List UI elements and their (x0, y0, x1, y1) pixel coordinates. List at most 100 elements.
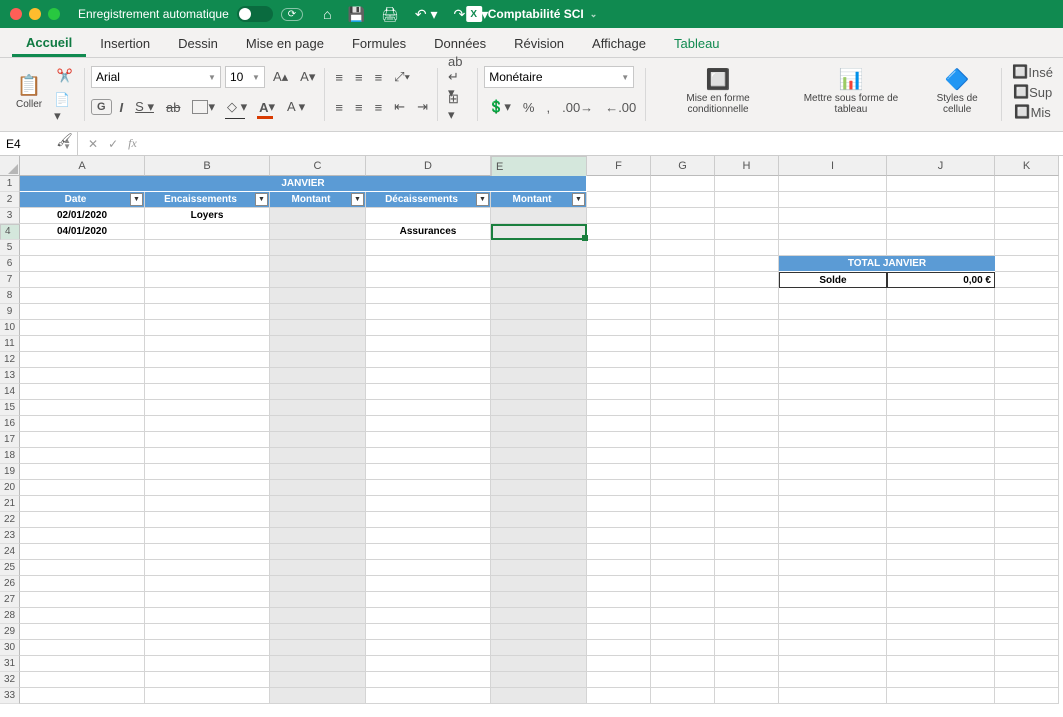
cell[interactable] (715, 224, 779, 240)
row-header[interactable]: 27 (0, 592, 20, 608)
cell[interactable] (270, 256, 366, 272)
cell[interactable] (366, 368, 491, 384)
cell[interactable] (145, 432, 270, 448)
autosave-toggle[interactable]: Enregistrement automatique ⟳ (78, 6, 303, 22)
cell[interactable] (779, 512, 887, 528)
cell[interactable] (779, 624, 887, 640)
cell[interactable] (779, 576, 887, 592)
cell[interactable] (270, 240, 366, 256)
cell[interactable] (20, 608, 145, 624)
cell[interactable] (491, 496, 587, 512)
tab-dessin[interactable]: Dessin (164, 30, 232, 57)
cell[interactable] (715, 624, 779, 640)
row-header[interactable]: 29 (0, 624, 20, 640)
cell[interactable] (651, 400, 715, 416)
cell[interactable] (587, 336, 651, 352)
cut-icon[interactable]: ✂️ (50, 66, 79, 86)
cell[interactable] (995, 240, 1059, 256)
tab-revision[interactable]: Révision (500, 30, 578, 57)
col-header-E[interactable]: E (491, 156, 587, 178)
col-header-D[interactable]: D (366, 156, 491, 176)
cell[interactable] (651, 672, 715, 688)
cell[interactable] (270, 656, 366, 672)
row-header[interactable]: 32 (0, 672, 20, 688)
cell[interactable] (491, 544, 587, 560)
cell[interactable] (887, 320, 995, 336)
total-value[interactable]: 0,00 € (887, 272, 995, 288)
cell[interactable] (20, 528, 145, 544)
row-header[interactable]: 19 (0, 464, 20, 480)
cell[interactable] (651, 640, 715, 656)
cell[interactable] (491, 240, 587, 256)
row-header[interactable]: 28 (0, 608, 20, 624)
cell[interactable] (270, 400, 366, 416)
cell[interactable] (20, 496, 145, 512)
cell[interactable] (20, 560, 145, 576)
font-name-select[interactable]: Arial▼ (91, 66, 221, 88)
cell[interactable] (887, 512, 995, 528)
cell[interactable] (587, 256, 651, 272)
cell[interactable] (651, 288, 715, 304)
cell[interactable] (651, 176, 715, 192)
cell[interactable] (887, 224, 995, 240)
col-header-F[interactable]: F (587, 156, 651, 176)
cell[interactable] (20, 544, 145, 560)
row-header[interactable]: 31 (0, 656, 20, 672)
cell[interactable] (651, 608, 715, 624)
cell[interactable] (715, 592, 779, 608)
tab-tableau[interactable]: Tableau (660, 30, 734, 57)
cell[interactable] (651, 448, 715, 464)
accounting-format-icon[interactable]: 💲▾ (484, 97, 515, 117)
row-header[interactable]: 3 (0, 208, 20, 224)
cell[interactable] (366, 320, 491, 336)
cell[interactable] (270, 480, 366, 496)
cell[interactable] (779, 176, 887, 192)
table-header[interactable]: Décaissements▼ (366, 192, 491, 208)
cell[interactable] (587, 592, 651, 608)
row-header[interactable]: 8 (0, 288, 20, 304)
cell[interactable] (887, 528, 995, 544)
cell[interactable] (366, 576, 491, 592)
cell[interactable] (779, 640, 887, 656)
cell[interactable] (145, 320, 270, 336)
align-center-icon[interactable]: ≡ (351, 98, 367, 117)
cell[interactable] (491, 320, 587, 336)
cell[interactable] (145, 560, 270, 576)
cell[interactable] (887, 624, 995, 640)
cell[interactable] (779, 480, 887, 496)
cell[interactable] (995, 592, 1059, 608)
format-painter-icon[interactable]: 🖌 (50, 130, 79, 150)
cell[interactable] (715, 272, 779, 288)
cell[interactable] (651, 352, 715, 368)
autosave-switch[interactable] (237, 6, 273, 22)
insert-cells-button[interactable]: 🔲 Insé (1008, 62, 1057, 82)
cell[interactable] (270, 544, 366, 560)
cell[interactable] (779, 608, 887, 624)
cell[interactable] (366, 544, 491, 560)
cell[interactable] (779, 192, 887, 208)
cell[interactable] (651, 304, 715, 320)
cell[interactable] (20, 512, 145, 528)
cell[interactable] (270, 224, 366, 240)
cell[interactable] (715, 560, 779, 576)
cell[interactable] (887, 592, 995, 608)
cell[interactable] (995, 256, 1059, 272)
cell[interactable] (145, 608, 270, 624)
cell[interactable] (587, 528, 651, 544)
increase-font-icon[interactable]: A▴ (269, 67, 292, 87)
cell[interactable] (887, 208, 995, 224)
cell[interactable] (779, 240, 887, 256)
cell[interactable] (491, 480, 587, 496)
number-format-select[interactable]: Monétaire▼ (484, 66, 634, 88)
row-header[interactable]: 11 (0, 336, 20, 352)
cell[interactable] (715, 208, 779, 224)
cell[interactable] (145, 288, 270, 304)
cell[interactable] (779, 224, 887, 240)
cell[interactable] (20, 320, 145, 336)
row-header[interactable]: 4 (0, 224, 20, 240)
format-as-table-button[interactable]: 📊Mettre sous forme de tableau (784, 62, 918, 122)
cell[interactable] (887, 432, 995, 448)
cell[interactable] (270, 496, 366, 512)
cell[interactable] (20, 688, 145, 704)
row-header[interactable]: 7 (0, 272, 20, 288)
